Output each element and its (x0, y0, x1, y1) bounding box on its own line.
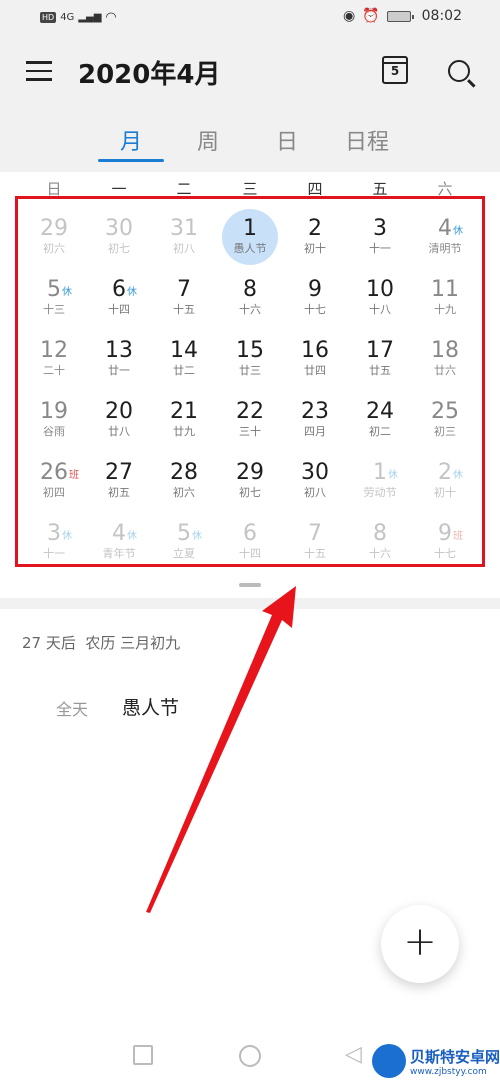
network-icon: 4G (60, 12, 75, 23)
clock: 08:02 (421, 8, 462, 24)
menu-icon[interactable] (26, 61, 52, 81)
watermark: 贝斯特安卓网 www.zjbstyy.com (372, 1044, 500, 1078)
tab-week[interactable]: 周 (168, 124, 248, 156)
wifi-icon: ◠ (105, 10, 117, 25)
page-title[interactable]: 2020年4月 (78, 54, 220, 91)
day-summary: 27 天后 农历 三月初九 (22, 634, 181, 652)
home-button[interactable] (239, 1045, 261, 1067)
tab-agenda[interactable]: 日程 (327, 124, 407, 156)
drag-handle[interactable] (239, 583, 261, 587)
divider (0, 598, 500, 609)
view-tabs: 月 周 日 日程 (0, 124, 500, 164)
hd-icon: HD (40, 12, 57, 23)
search-icon[interactable] (448, 60, 470, 82)
today-calendar-icon[interactable]: 5 (382, 56, 408, 84)
all-day-label: 全天 (56, 700, 89, 719)
watermark-name: 贝斯特安卓网 (410, 1047, 500, 1066)
eye-icon: ◉ (342, 8, 356, 24)
watermark-logo (372, 1044, 406, 1078)
tab-indicator (98, 159, 164, 162)
recents-button[interactable] (133, 1045, 153, 1065)
weekday-header: 日 一 二 三 四 五 六 (0, 178, 500, 198)
back-button[interactable]: ◁ (345, 1044, 362, 1069)
app-header: 2020年4月 5 (0, 52, 500, 92)
highlight-box (15, 196, 485, 567)
watermark-url: www.zjbstyy.com (410, 1066, 487, 1077)
status-bar: HD 4G ▂▄▆ ◠ ◉ ⏰ 08:02 (0, 8, 500, 30)
event-item[interactable]: 愚人节 (122, 693, 179, 720)
alarm-icon: ⏰ (362, 8, 380, 24)
tab-month[interactable]: 月 (91, 124, 171, 156)
battery-icon (386, 10, 414, 22)
signal-icon: ▂▄▆ (78, 12, 102, 23)
tab-day[interactable]: 日 (247, 124, 327, 156)
add-event-button[interactable]: + (381, 905, 459, 983)
